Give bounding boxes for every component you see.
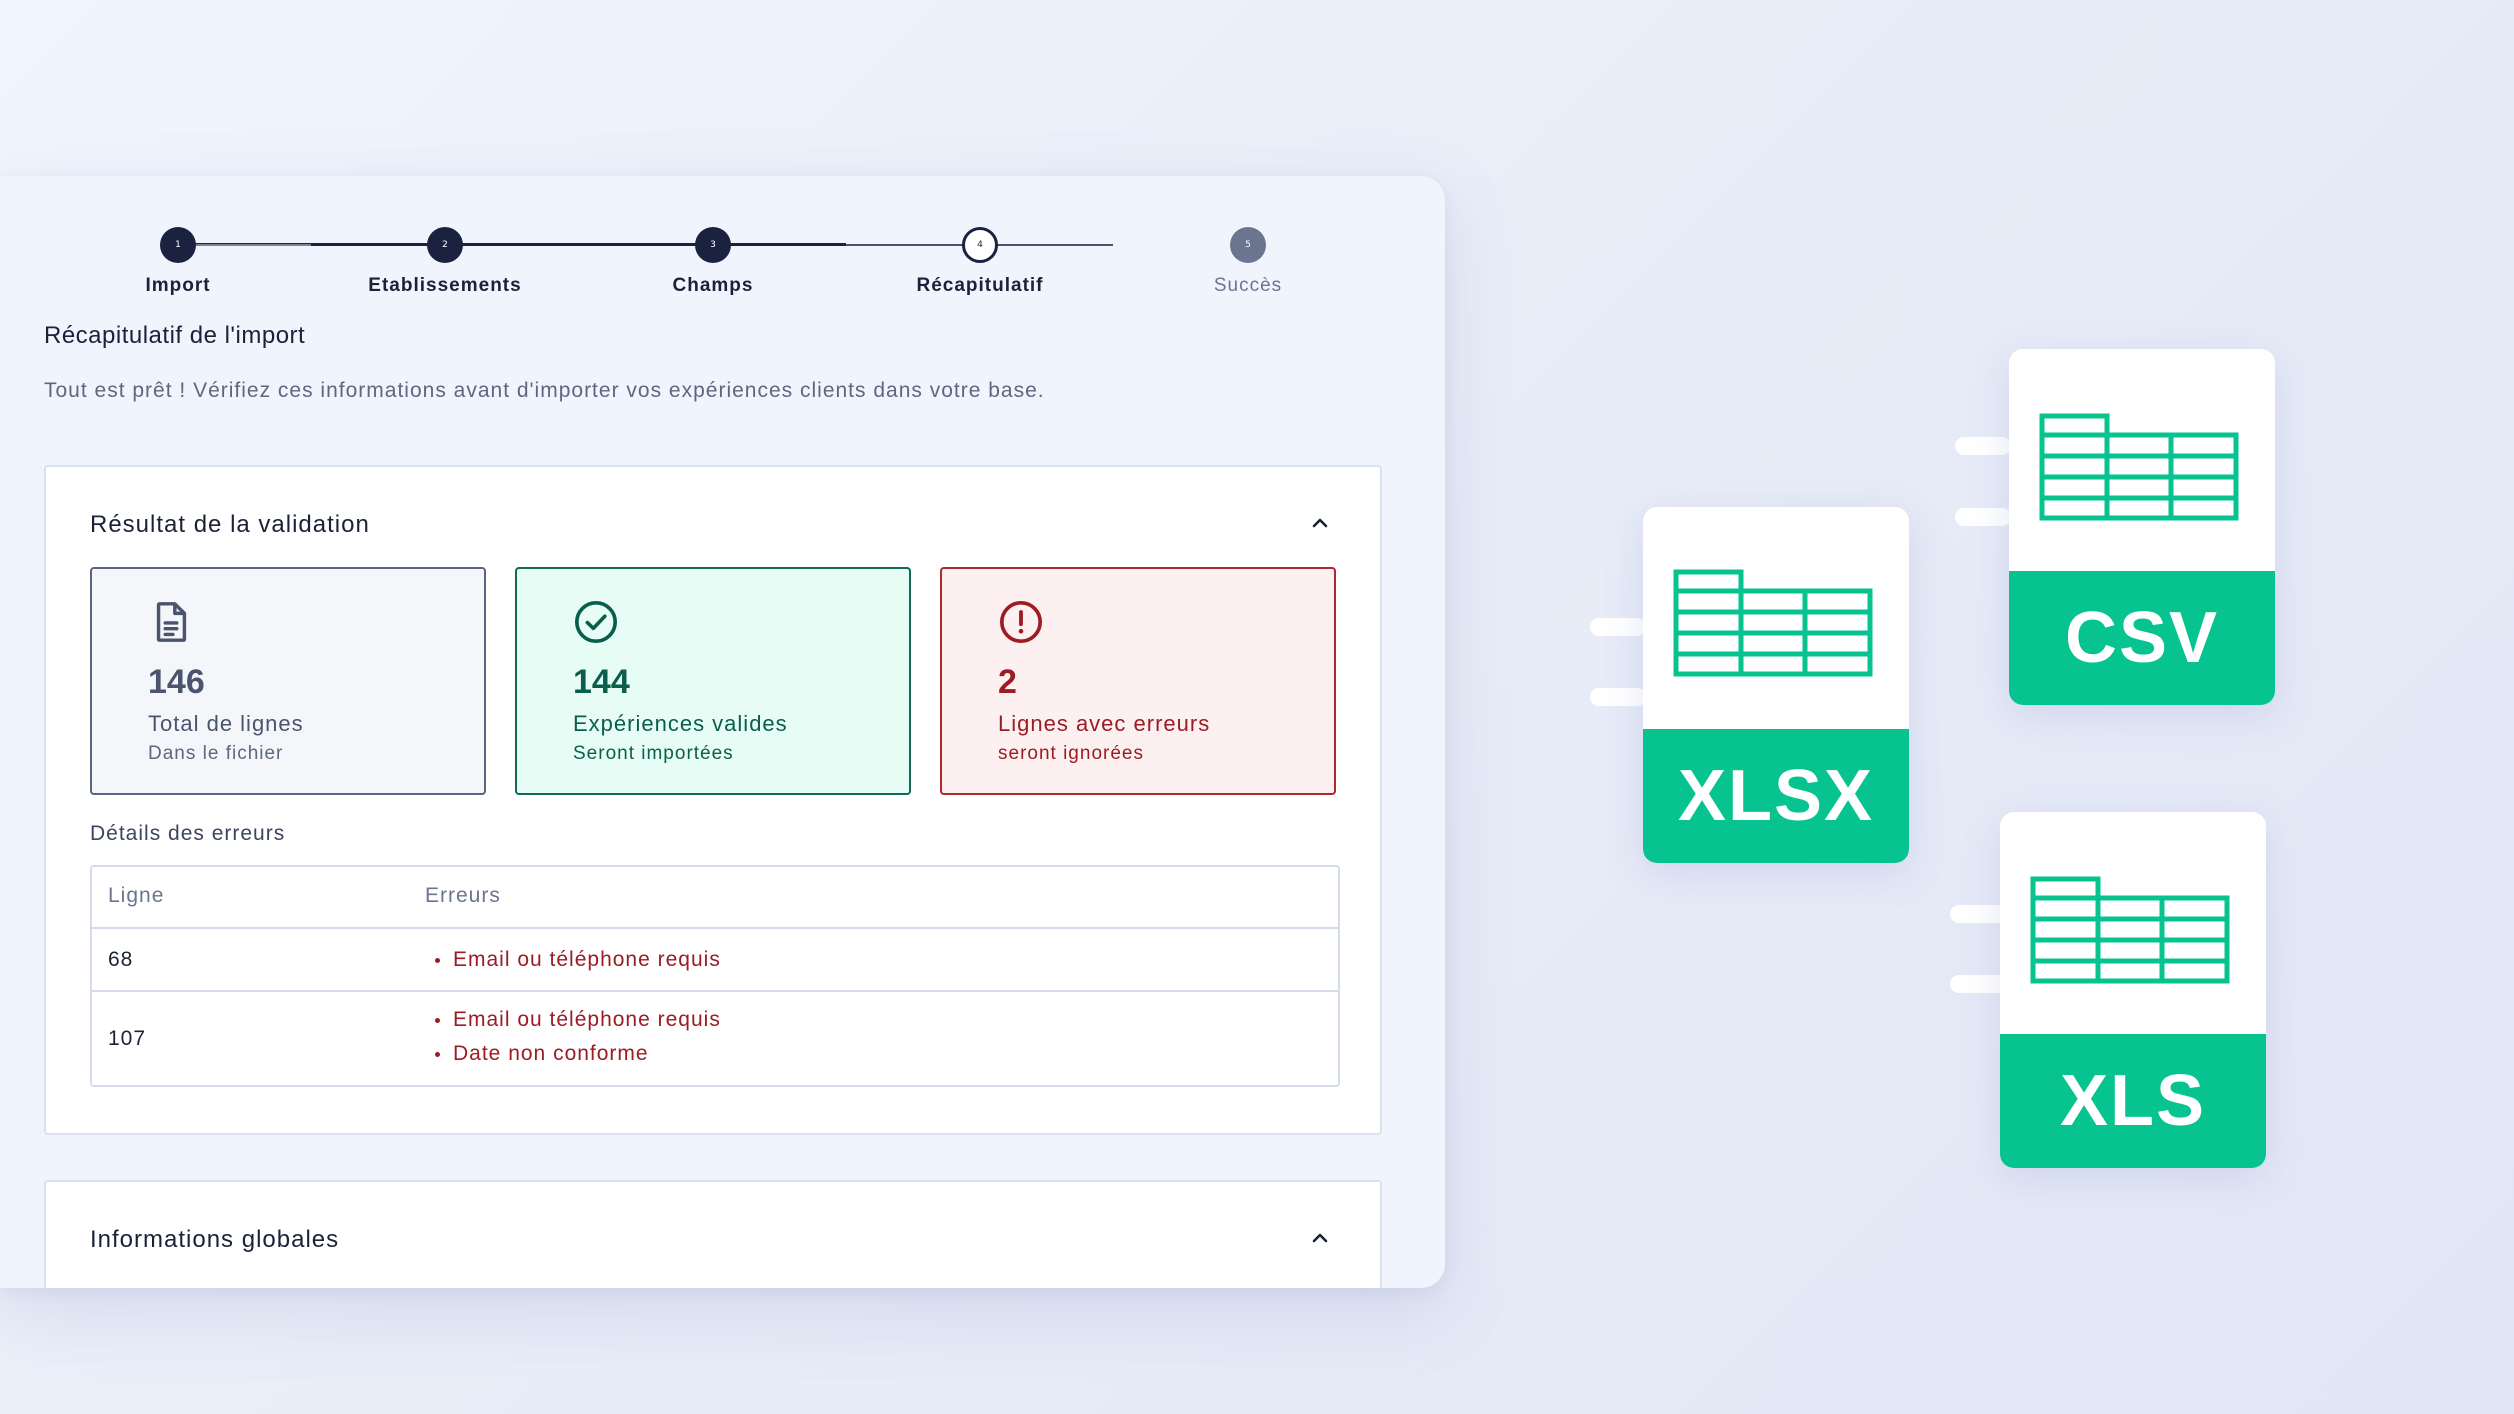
file-type-label: CSV	[2064, 598, 2220, 678]
global-info-title: Informations globales	[90, 1226, 340, 1253]
spreadsheet-icon	[1673, 569, 1873, 677]
table-header-row: Ligne Erreurs	[92, 867, 1338, 929]
stat-total: 146 Total de lignes Dans le fichier	[90, 567, 486, 795]
stat-errors-sub: seront ignorées	[998, 743, 1144, 764]
table-row: 68 Email ou téléphone requis	[92, 929, 1338, 992]
step-label: Champs	[672, 275, 754, 296]
alert-circle-icon	[1000, 601, 1042, 643]
stat-errors-label: Lignes avec erreurs	[998, 711, 1211, 736]
stat-valid-label: Expériences valides	[573, 711, 788, 736]
file-type-band: XLSX	[1643, 729, 1909, 863]
stat-errors-value: 2	[998, 663, 1017, 701]
errors-table: Ligne Erreurs 68 Email ou téléphone requ…	[90, 865, 1340, 1087]
step-etablissements[interactable]: 2 Etablissements	[335, 227, 555, 297]
chevron-up-icon[interactable]	[1308, 511, 1332, 535]
errors-details-title: Détails des erreurs	[90, 822, 286, 845]
page-description: Tout est prêt ! Vérifiez ces information…	[44, 379, 1045, 402]
step-label: Récapitulatif	[916, 275, 1044, 296]
stat-errors: 2 Lignes avec erreurs seront ignorées	[940, 567, 1336, 795]
validation-title: Résultat de la validation	[90, 511, 370, 538]
step-label: Succès	[1213, 275, 1283, 296]
stats-row: 146 Total de lignes Dans le fichier 144 …	[90, 567, 1340, 795]
speed-line	[1590, 688, 1646, 706]
import-panel: 1 Import 2 Etablissements 3 Champs 4 Réc…	[0, 176, 1445, 1288]
step-dot: 5	[1230, 227, 1266, 263]
step-import[interactable]: 1 Import	[68, 227, 288, 297]
validation-card: Résultat de la validation 146 Total de l…	[44, 465, 1382, 1135]
speed-line	[1955, 437, 2011, 455]
column-header-errors: Erreurs	[425, 884, 501, 907]
error-item: Email ou téléphone requis	[435, 948, 721, 971]
xlsx-file-icon: XLSX	[1643, 507, 1909, 863]
spreadsheet-icon	[2030, 876, 2230, 984]
error-item: Email ou téléphone requis	[435, 1008, 721, 1031]
row-line-number: 68	[108, 948, 134, 971]
file-type-label: XLSX	[1677, 756, 1875, 836]
step-label: Etablissements	[368, 275, 522, 296]
step-dot: 4	[962, 227, 998, 263]
file-type-band: XLS	[2000, 1034, 2266, 1168]
file-type-label: XLS	[2059, 1061, 2207, 1141]
step-dot: 3	[695, 227, 731, 263]
chevron-up-icon[interactable]	[1308, 1226, 1332, 1250]
csv-file-icon: CSV	[2009, 349, 2275, 705]
step-recapitulatif[interactable]: 4 Récapitulatif	[870, 227, 1090, 297]
error-item: Date non conforme	[435, 1042, 649, 1065]
stat-valid: 144 Expériences valides Seront importées	[515, 567, 911, 795]
row-line-number: 107	[108, 1027, 147, 1050]
step-dot: 1	[160, 227, 196, 263]
stat-valid-value: 144	[573, 663, 630, 701]
speed-line	[1950, 975, 2006, 993]
speed-line	[1590, 618, 1646, 636]
step-label: Import	[145, 275, 211, 296]
page-title: Récapitulatif de l'import	[44, 322, 306, 349]
file-text-icon	[156, 602, 187, 642]
stat-total-label: Total de lignes	[148, 711, 304, 736]
stat-total-sub: Dans le fichier	[148, 743, 284, 764]
xls-file-icon: XLS	[2000, 812, 2266, 1168]
stepper: 1 Import 2 Etablissements 3 Champs 4 Réc…	[145, 227, 1281, 296]
check-circle-icon	[575, 601, 617, 643]
stat-valid-sub: Seront importées	[573, 743, 734, 764]
global-info-card[interactable]: Informations globales	[44, 1180, 1382, 1288]
file-type-band: CSV	[2009, 571, 2275, 705]
table-row: 107 Email ou téléphone requis Date non c…	[92, 992, 1338, 1087]
speed-line	[1950, 905, 2006, 923]
step-champs[interactable]: 3 Champs	[603, 227, 823, 297]
step-dot: 2	[427, 227, 463, 263]
spreadsheet-icon	[2039, 413, 2239, 521]
speed-line	[1955, 508, 2011, 526]
step-succes: 5 Succès	[1138, 227, 1358, 297]
column-header-line: Ligne	[108, 884, 165, 907]
stat-total-value: 146	[148, 663, 205, 701]
